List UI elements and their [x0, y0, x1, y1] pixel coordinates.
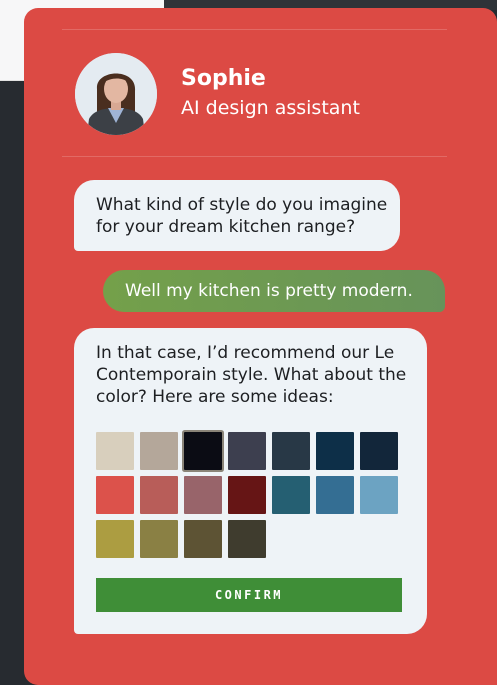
color-swatch[interactable]	[228, 520, 266, 558]
assistant-portrait-icon	[75, 53, 157, 135]
color-swatch[interactable]	[96, 476, 134, 514]
header-divider-bottom	[62, 156, 447, 157]
assistant-name: Sophie	[181, 66, 266, 91]
color-swatch[interactable]	[272, 476, 310, 514]
color-swatch[interactable]	[184, 432, 222, 470]
color-swatch[interactable]	[96, 432, 134, 470]
assistant-role: AI design assistant	[181, 97, 360, 119]
avatar	[75, 53, 157, 135]
header-divider-top	[62, 29, 447, 30]
color-palette	[96, 432, 404, 564]
color-swatch[interactable]	[228, 432, 266, 470]
color-swatch[interactable]	[228, 476, 266, 514]
assistant-message-text: In that case, I’d recommend our Le Conte…	[96, 343, 407, 407]
color-swatch[interactable]	[316, 476, 354, 514]
color-swatch[interactable]	[360, 476, 398, 514]
chat-widget: Sophie AI design assistant What kind of …	[24, 8, 497, 685]
color-swatch[interactable]	[184, 520, 222, 558]
color-swatch[interactable]	[184, 476, 222, 514]
color-swatch[interactable]	[140, 476, 178, 514]
assistant-message: What kind of style do you imagine for yo…	[74, 180, 400, 251]
color-swatch[interactable]	[360, 432, 398, 470]
color-swatch[interactable]	[96, 520, 134, 558]
color-swatch[interactable]	[272, 432, 310, 470]
color-swatch[interactable]	[140, 520, 178, 558]
confirm-button[interactable]: CONFIRM	[96, 578, 402, 612]
user-message-text: Well my kitchen is pretty modern.	[125, 281, 413, 301]
color-swatch[interactable]	[316, 432, 354, 470]
assistant-message-with-palette: In that case, I’d recommend our Le Conte…	[74, 328, 427, 634]
user-message: Well my kitchen is pretty modern.	[103, 270, 445, 312]
color-swatch[interactable]	[140, 432, 178, 470]
